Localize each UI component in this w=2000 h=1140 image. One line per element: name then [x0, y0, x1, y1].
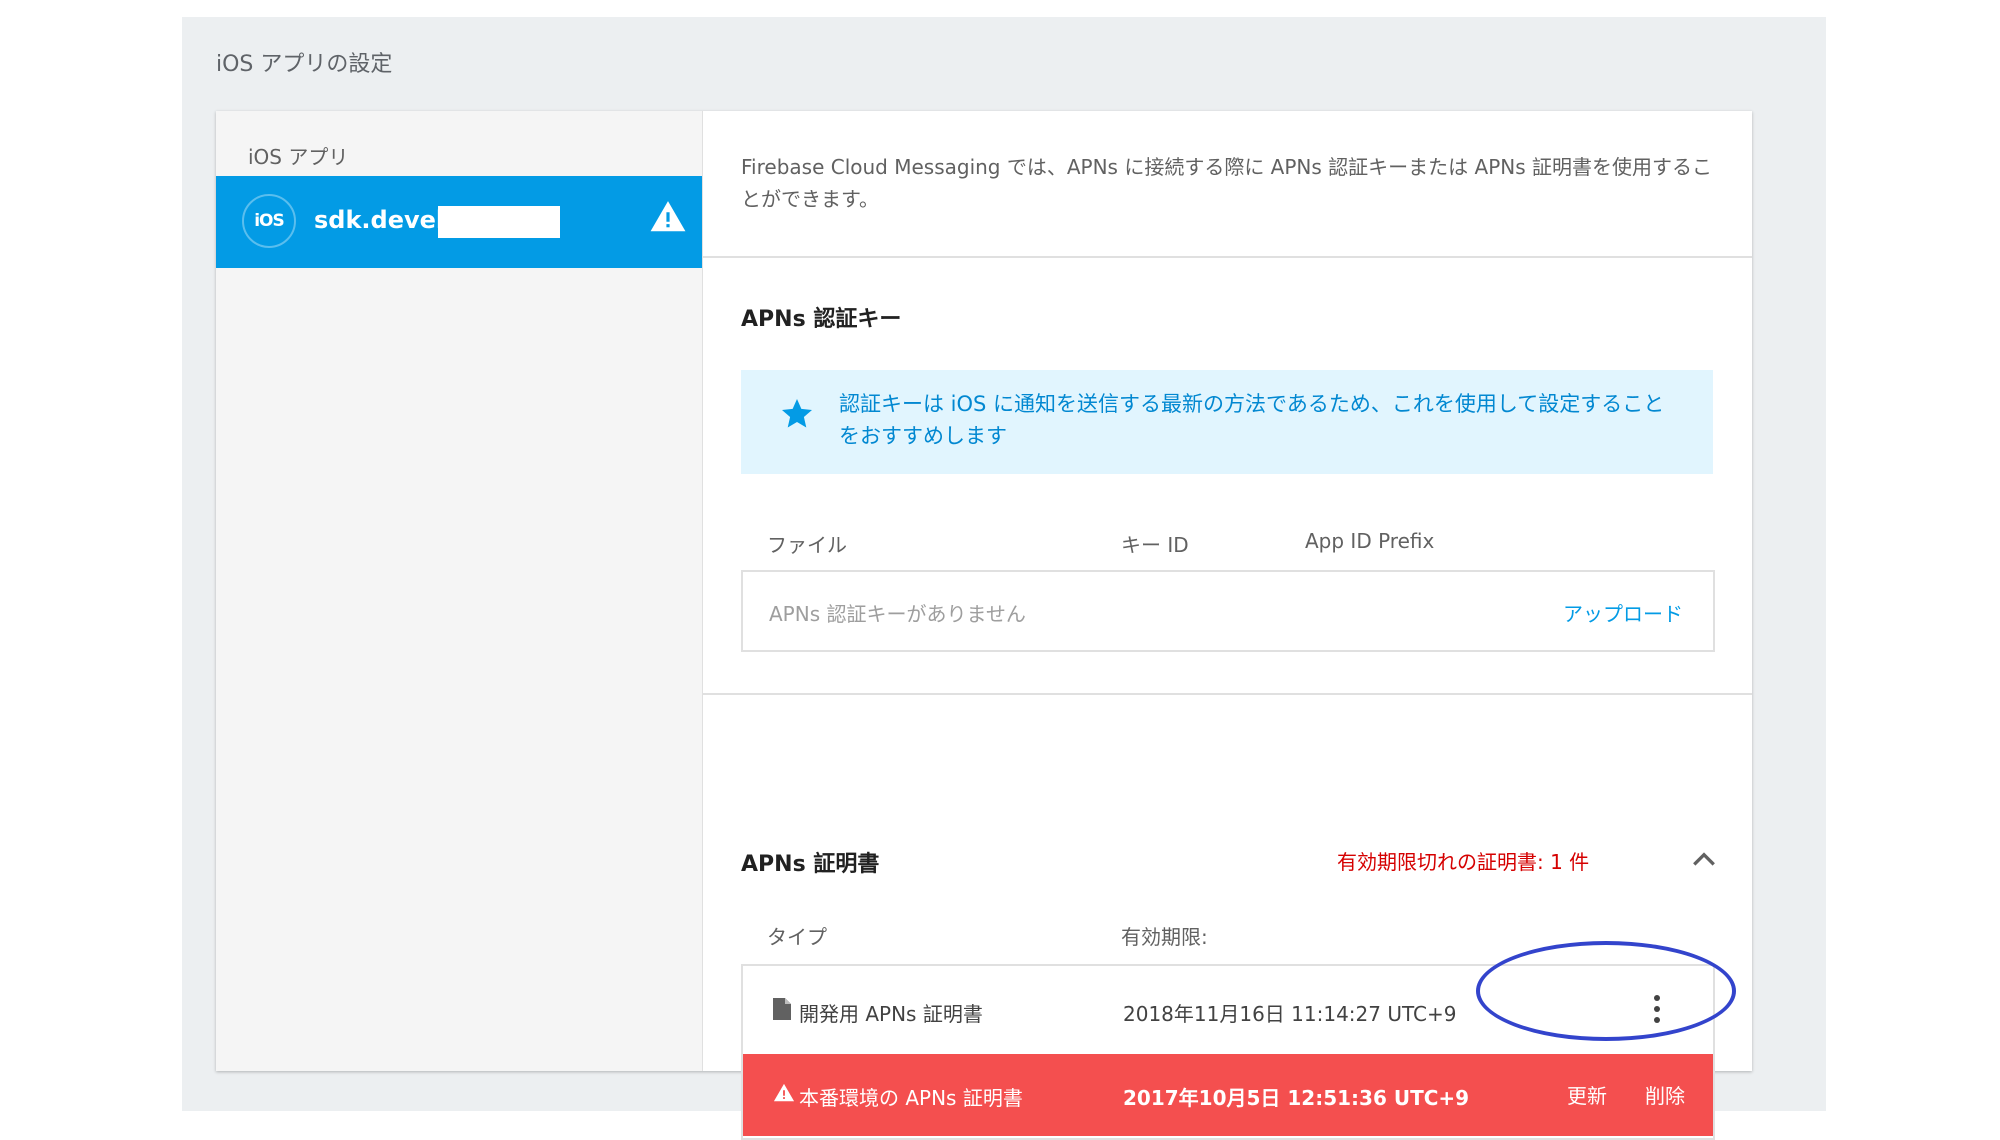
divider [703, 256, 1752, 258]
page-title: iOS アプリの設定 [216, 52, 393, 77]
empty-state-text: APNs 認証キーがありません [769, 602, 1026, 626]
info-banner: 認証キーは iOS に通知を送信する最新の方法であるため、これを使用して設定する… [741, 370, 1713, 474]
column-header-file: ファイル [767, 533, 847, 557]
ios-badge-icon: iOS [242, 194, 296, 248]
certificate-expiry: 2017年10月5日 12:51:36 UTC+9 [1123, 1086, 1470, 1110]
renew-button[interactable]: 更新 [1567, 1080, 1607, 1109]
info-text: 認証キーは iOS に通知を送信する最新の方法であるため、これを使用して設定する… [839, 392, 1665, 448]
column-header-expiry: 有効期限: [1121, 925, 1208, 949]
sidebar-item-app[interactable]: iOS sdk.develop [216, 176, 702, 268]
auth-key-table: APNs 認証キーがありません アップロード [741, 570, 1715, 652]
column-header-app-id-prefix: App ID Prefix [1305, 529, 1435, 553]
table-row-expired: 本番環境の APNs 証明書 2017年10月5日 12:51:36 UTC+9… [743, 1054, 1713, 1136]
app-sidebar: iOS アプリ iOS sdk.develop [216, 111, 703, 1071]
main-content: Firebase Cloud Messaging では、APNs に接続する際に… [703, 111, 1752, 1140]
certificates-heading: APNs 証明書 [741, 852, 880, 877]
column-header-type: タイプ [767, 925, 827, 949]
intro-text: Firebase Cloud Messaging では、APNs に接続する際に… [741, 155, 1713, 211]
certificate-type: 開発用 APNs 証明書 [799, 1002, 983, 1026]
warning-icon [773, 1083, 795, 1102]
file-icon [773, 998, 791, 1020]
upload-button[interactable]: アップロード [1563, 598, 1683, 627]
auth-key-heading: APNs 認証キー [741, 307, 902, 332]
annotation-circle [1476, 941, 1736, 1041]
warning-icon [650, 201, 686, 232]
star-icon [782, 399, 812, 428]
certificate-type: 本番環境の APNs 証明書 [799, 1086, 1023, 1110]
sidebar-label: iOS アプリ [248, 145, 349, 169]
certificate-expiry: 2018年11月16日 11:14:27 UTC+9 [1123, 1002, 1457, 1026]
redacted-block [438, 206, 560, 238]
expired-notice: 有効期限切れの証明書: 1 件 [1337, 850, 1590, 874]
column-header-key-id: キー ID [1121, 533, 1189, 557]
delete-button[interactable]: 削除 [1645, 1080, 1685, 1109]
settings-card: iOS アプリ iOS sdk.develop Firebase Cloud M… [216, 111, 1752, 1140]
divider [703, 693, 1752, 695]
chevron-up-icon[interactable] [1691, 849, 1717, 869]
